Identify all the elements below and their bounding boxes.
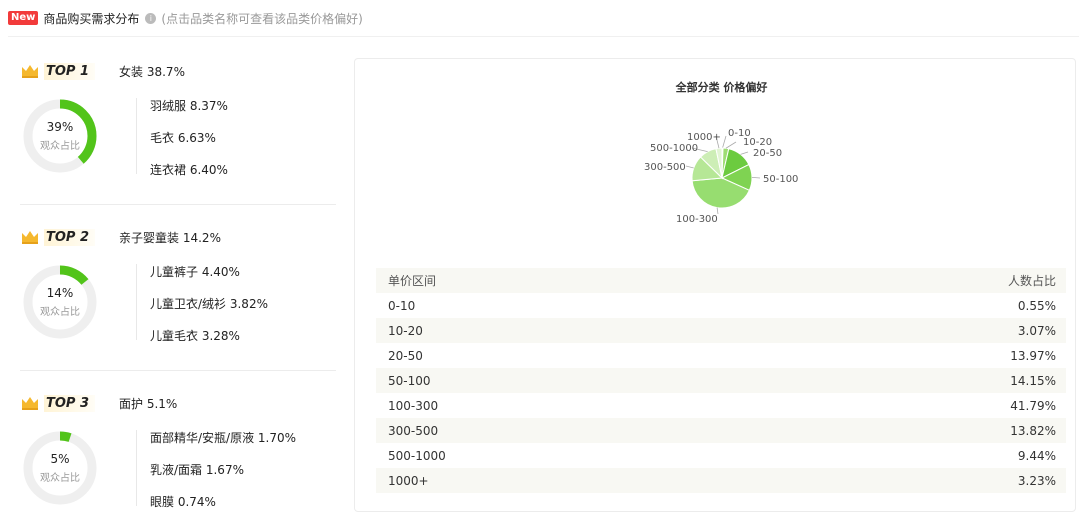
category-name-link[interactable]: 女装 38.7% bbox=[119, 63, 185, 80]
subcategory-item: 面部精华/安瓶/原液 1.70% bbox=[150, 431, 297, 445]
info-icon[interactable]: i bbox=[145, 12, 157, 24]
table-row: 500-1000 9.44% bbox=[376, 443, 1066, 468]
price-range-cell: 10-20 bbox=[388, 323, 423, 338]
crown-icon bbox=[22, 397, 38, 410]
donut-label: 观众占比 bbox=[40, 141, 80, 152]
price-range-cell: 20-50 bbox=[388, 348, 423, 363]
divider-vertical bbox=[136, 430, 137, 506]
share-cell: 3.23% bbox=[1017, 473, 1056, 488]
price-range-cell: 0-10 bbox=[388, 298, 416, 313]
table-row: 20-50 13.97% bbox=[376, 343, 1066, 368]
share-cell: 3.07% bbox=[1017, 323, 1056, 338]
pie-title: 全部分类 价格偏好 bbox=[675, 81, 768, 94]
price-range-cell: 50-100 bbox=[388, 373, 431, 388]
table-header-row: 单价区间 人数占比 bbox=[376, 268, 1066, 293]
share-cell: 0.55% bbox=[1017, 298, 1056, 313]
column-header: 单价区间 bbox=[388, 274, 437, 288]
category-name-link[interactable]: 亲子婴童装 14.2% bbox=[119, 229, 221, 246]
table-row: 10-20 3.07% bbox=[376, 318, 1066, 343]
share-cell: 13.97% bbox=[1010, 348, 1056, 363]
category-card-3: TOP 3 面护 5.1% 5% 观众占比 面部精华/安瓶/原液 1.70% 乳液… bbox=[20, 392, 350, 515]
rank-label: TOP 2 bbox=[44, 228, 96, 246]
share-cell: 41.79% bbox=[1010, 398, 1056, 413]
donut-percent: 5% bbox=[50, 452, 70, 466]
table-row: 300-500 13.82% bbox=[376, 418, 1066, 443]
subcategory-item: 儿童毛衣 3.28% bbox=[150, 329, 240, 343]
donut-label: 观众占比 bbox=[40, 473, 80, 484]
share-cell: 13.82% bbox=[1010, 423, 1056, 438]
share-cell: 9.44% bbox=[1017, 448, 1056, 463]
share-cell: 14.15% bbox=[1010, 373, 1056, 388]
price-range-cell: 100-300 bbox=[388, 398, 439, 413]
donut-percent: 14% bbox=[46, 286, 74, 300]
crown-icon bbox=[22, 231, 38, 244]
section-title: 商品购买需求分布 bbox=[43, 11, 140, 26]
donut-label: 观众占比 bbox=[40, 307, 80, 318]
price-range-cell: 1000+ bbox=[388, 473, 429, 488]
rank-label: TOP 1 bbox=[44, 62, 96, 80]
crown-icon bbox=[22, 65, 38, 78]
section-hint: (点击品类名称可查看该品类价格偏好) bbox=[161, 11, 363, 26]
subcategory-item: 眼膜 0.74% bbox=[150, 495, 216, 509]
column-header: 人数占比 bbox=[1007, 274, 1056, 288]
category-card-1: TOP 1 女装 38.7% 39% 观众占比 羽绒服 8.37% 毛衣 6.63… bbox=[20, 60, 350, 220]
divider-vertical bbox=[136, 98, 137, 174]
category-card-2: TOP 2 亲子婴童装 14.2% 14% 观众占比 儿童裤子 4.40% 儿童卫… bbox=[20, 226, 350, 386]
price-range-cell: 300-500 bbox=[388, 423, 439, 438]
table-row: 0-10 0.55% bbox=[376, 293, 1066, 318]
subcategory-item: 儿童裤子 4.40% bbox=[150, 265, 240, 279]
category-name-link[interactable]: 面护 5.1% bbox=[119, 395, 177, 412]
price-range-cell: 500-1000 bbox=[388, 448, 446, 463]
table-row: 100-300 41.79% bbox=[376, 393, 1066, 418]
divider bbox=[20, 370, 336, 371]
subcategory-item: 儿童卫衣/绒衫 3.82% bbox=[150, 297, 268, 311]
donut-percent: 39% bbox=[46, 120, 74, 134]
table-row: 50-100 14.15% bbox=[376, 368, 1066, 393]
subcategory-item: 连衣裙 6.40% bbox=[150, 163, 228, 177]
divider bbox=[20, 204, 336, 205]
price-table: 单价区间 人数占比 0-10 0.55% 10-20 3.07% 20-50 13.97%… bbox=[376, 268, 1066, 493]
rank-label: TOP 3 bbox=[44, 394, 96, 412]
section-header: New 商品购买需求分布 i (点击品类名称可查看该品类价格偏好) bbox=[8, 8, 363, 28]
subcategory-item: 乳液/面霜 1.67% bbox=[150, 463, 244, 477]
subcategory-item: 毛衣 6.63% bbox=[150, 131, 216, 145]
subcategory-item: 羽绒服 8.37% bbox=[150, 99, 228, 113]
divider-vertical bbox=[136, 264, 137, 340]
new-badge: New bbox=[8, 11, 39, 25]
table-row: 1000+ 3.23% bbox=[376, 468, 1066, 493]
